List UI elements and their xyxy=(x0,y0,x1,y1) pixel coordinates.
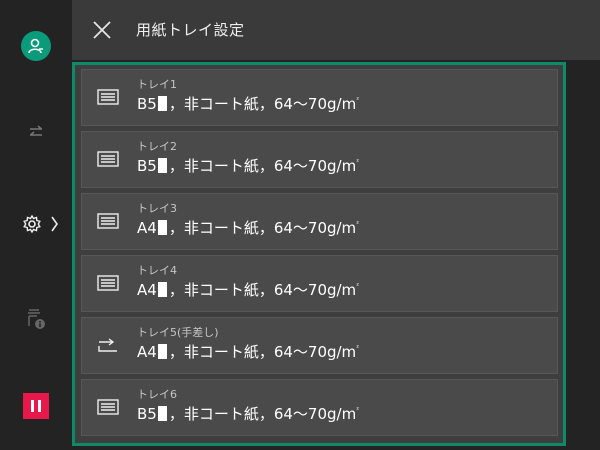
tray-row-3[interactable]: トレイ3 A4 ，非コート紙，64〜70g/m² xyxy=(81,193,558,250)
unit-superscript: ² xyxy=(356,344,359,352)
paper-size: A4 xyxy=(137,281,157,299)
paper-type-weight: ，非コート紙，64〜70g/m xyxy=(168,281,357,299)
tray-spec: B5 ，非コート紙，64〜70g/m² xyxy=(137,93,359,114)
tray-icon xyxy=(96,398,120,416)
tray-name: トレイ1 xyxy=(137,78,177,91)
orientation-icon xyxy=(157,158,167,173)
tray-row-6[interactable]: トレイ6 B5 ，非コート紙，64〜70g/m² xyxy=(81,379,558,436)
tray-row-2[interactable]: トレイ2 B5 ，非コート紙，64〜70g/m² xyxy=(81,131,558,188)
paper-size: B5 xyxy=(137,405,157,423)
tray-name: トレイ5(手差し) xyxy=(137,326,219,339)
paper-size: B5 xyxy=(137,157,157,175)
bypass-tray-icon xyxy=(96,336,120,354)
paper-type-weight: ，非コート紙，64〜70g/m xyxy=(168,95,357,113)
tray-icon xyxy=(96,150,120,168)
unit-superscript: ² xyxy=(356,158,360,166)
orientation-icon xyxy=(157,220,167,235)
title-bar: 用紙トレイ設定 xyxy=(72,0,600,60)
tray-list: トレイ1 B5 ，非コート紙，64〜70g/m² トレイ2 B5 ，非コート紙，64… xyxy=(72,62,566,446)
orientation-icon xyxy=(157,96,167,111)
close-button[interactable] xyxy=(86,14,118,46)
user-icon xyxy=(21,31,51,61)
tray-name: トレイ3 xyxy=(137,202,177,215)
orientation-icon xyxy=(157,344,167,359)
orientation-icon xyxy=(157,406,167,421)
tray-spec: B5 ，非コート紙，64〜70g/m² xyxy=(137,403,359,424)
tray-icon xyxy=(96,212,120,230)
unit-superscript: ² xyxy=(356,282,359,290)
orientation-icon xyxy=(157,282,167,297)
chevron-right-icon xyxy=(51,216,58,232)
tray-spec: A4 ，非コート紙，64〜70g/m² xyxy=(137,341,359,362)
paper-size: B5 xyxy=(137,95,157,113)
tray-row-4[interactable]: トレイ4 A4 ，非コート紙，64〜70g/m² xyxy=(81,255,558,312)
tray-name: トレイ2 xyxy=(137,140,177,153)
tray-spec: A4 ，非コート紙，64〜70g/m² xyxy=(137,217,359,238)
close-icon xyxy=(93,21,111,39)
paper-size: A4 xyxy=(137,219,157,237)
tray-spec: B5 ，非コート紙，64〜70g/m² xyxy=(137,155,359,176)
tray-row-5[interactable]: トレイ5(手差し) A4 ，非コート紙，64〜70g/m² xyxy=(81,317,558,374)
printer-status-icon xyxy=(28,309,45,329)
tray-icon xyxy=(96,88,120,106)
paper-type-weight: ，非コート紙，64〜70g/m xyxy=(168,405,357,423)
unit-superscript: ² xyxy=(356,220,359,228)
unit-superscript: ² xyxy=(356,406,360,414)
tray-name: トレイ4 xyxy=(137,264,177,277)
tray-row-1[interactable]: トレイ1 B5 ，非コート紙，64〜70g/m² xyxy=(81,69,558,126)
paper-type-weight: ，非コート紙，64〜70g/m xyxy=(168,157,357,175)
tray-icon xyxy=(96,274,120,292)
paper-type-weight: ，非コート紙，64〜70g/m xyxy=(168,219,357,237)
paper-type-weight: ，非コート紙，64〜70g/m xyxy=(168,343,357,361)
page-title: 用紙トレイ設定 xyxy=(136,21,245,39)
tray-spec: A4 ，非コート紙，64〜70g/m² xyxy=(137,279,359,300)
paper-size: A4 xyxy=(137,343,157,361)
stop-button[interactable] xyxy=(14,384,58,428)
device-status-button[interactable] xyxy=(14,296,58,340)
unit-superscript: ² xyxy=(356,96,360,104)
left-sidebar xyxy=(0,0,72,450)
pause-icon xyxy=(23,393,49,419)
settings-button[interactable] xyxy=(12,202,68,246)
user-login-button[interactable] xyxy=(14,24,58,68)
switch-mode-button[interactable] xyxy=(14,110,58,154)
swap-arrows-icon xyxy=(30,125,42,136)
gear-icon xyxy=(23,214,41,234)
tray-name: トレイ6 xyxy=(137,388,177,401)
